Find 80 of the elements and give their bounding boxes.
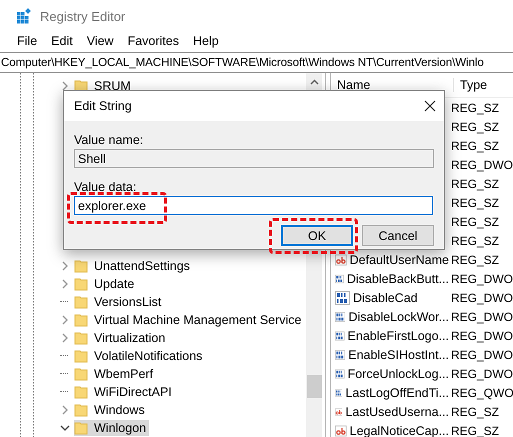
value-type: REG_SZ	[450, 100, 500, 114]
address-bar[interactable]: Computer\HKEY_LOCAL_MACHINE\SOFTWARE\Microsoft\Windows NT\CurrentVersion\Winlo	[0, 52, 513, 73]
chevron-right-icon[interactable]	[60, 81, 70, 91]
value-type: REG_QWO	[450, 386, 513, 400]
value-type: REG_SZ	[450, 196, 500, 210]
dialog-title: Edit String	[74, 99, 132, 113]
tree-item[interactable]: WiFiDirectAPI	[74, 384, 175, 400]
tree-item[interactable]: Virtualization	[74, 330, 168, 346]
value-name: DisableLockWor...	[348, 310, 449, 324]
folder-icon	[74, 403, 88, 417]
folder-icon	[74, 295, 88, 309]
folder-icon	[74, 349, 88, 363]
value-type: REG_DWO	[450, 348, 513, 362]
value-type: REG_DWO	[450, 158, 513, 172]
registry-icon	[16, 8, 32, 24]
folder-icon	[74, 385, 88, 399]
window-title: Registry Editor	[40, 8, 126, 24]
value-type: REG_SZ	[450, 138, 500, 152]
tree-item[interactable]: Update	[74, 276, 138, 292]
value-type: REG_DWO	[450, 310, 513, 324]
folder-icon	[74, 259, 88, 273]
string-value-icon	[335, 252, 347, 266]
field-label: Value name:	[74, 133, 144, 147]
chevron-right-icon[interactable]	[60, 315, 70, 325]
folder-icon	[74, 421, 88, 435]
value-type: REG_SZ	[450, 252, 500, 266]
value-type: REG_DWO	[450, 328, 513, 342]
column-header[interactable]: Type	[454, 78, 488, 92]
tree-item[interactable]: Virtual Machine Management Service	[74, 312, 305, 328]
tree-item[interactable]: VersionsList	[74, 294, 164, 310]
binary-value-icon	[335, 366, 345, 380]
field-label: Value data:	[74, 180, 138, 194]
scrollbar-thumb[interactable]	[306, 375, 322, 398]
value-name: LastLogOffEndTi...	[345, 386, 449, 400]
value-name-field: Shell	[74, 149, 434, 168]
menu-item[interactable]: Favorites	[120, 34, 186, 48]
menu-item[interactable]: File	[10, 34, 44, 48]
binary-value-icon	[335, 348, 346, 362]
folder-icon	[74, 331, 88, 345]
tree-item[interactable]: WbemPerf	[74, 366, 156, 382]
value-type: REG_DWO	[450, 366, 513, 380]
close-icon[interactable]	[424, 100, 436, 112]
menu-item[interactable]: View	[80, 34, 121, 48]
value-data-field[interactable]: explorer.exe	[74, 196, 433, 215]
menu-item[interactable]: Edit	[44, 34, 80, 48]
value-type: REG_SZ	[450, 234, 500, 248]
binary-value-icon	[335, 328, 345, 342]
binary-value-icon	[335, 310, 346, 324]
chevron-right-icon[interactable]	[60, 279, 70, 289]
value-name: ForceUnlockLog...	[348, 366, 449, 380]
tree-item[interactable]: VolatileNotifications	[74, 348, 206, 364]
value-name: LastUsedUserna...	[345, 404, 449, 418]
value-name: DisableBackButt...	[346, 272, 449, 286]
ok-button[interactable]: OK	[281, 225, 353, 246]
menu-item[interactable]: Help	[186, 34, 226, 48]
tree-item[interactable]: Windows	[74, 402, 148, 418]
folder-icon	[74, 313, 88, 327]
value-type: REG_DWO	[450, 272, 513, 286]
binary-value-icon	[335, 290, 350, 304]
chevron-right-icon[interactable]	[60, 333, 70, 343]
tree-item[interactable]: UnattendSettings	[74, 258, 193, 274]
chevron-right-icon[interactable]	[60, 261, 70, 271]
tree-item[interactable]: Winlogon	[74, 420, 150, 436]
value-type: REG_SZ	[450, 214, 500, 228]
value-name: EnableSIHostInt...	[348, 348, 449, 362]
value-name: EnableFirstLogo...	[348, 328, 449, 342]
chevron-right-icon[interactable]	[60, 405, 70, 415]
cancel-button[interactable]: Cancel	[362, 225, 434, 246]
folder-icon	[74, 277, 88, 291]
folder-icon	[74, 367, 88, 381]
value-name: DefaultUserName	[350, 252, 449, 266]
value-type: REG_SZ	[450, 424, 500, 437]
chevron-down-icon[interactable]	[60, 423, 70, 433]
value-type: REG_SZ	[450, 404, 500, 418]
value-name: DisableCad	[353, 290, 418, 304]
scroll-up-icon[interactable]	[310, 79, 318, 85]
value-type: REG_DWO	[450, 290, 513, 304]
value-type: REG_SZ	[450, 120, 500, 134]
value-name: LegalNoticeCap...	[350, 424, 449, 437]
value-type: REG_SZ	[450, 176, 500, 190]
